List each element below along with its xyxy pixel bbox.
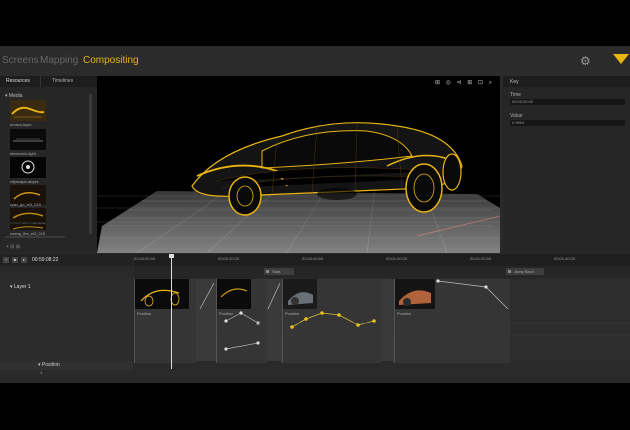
properties-header: Key [503, 76, 630, 87]
media-thumb-5[interactable] [10, 208, 46, 222]
media-section-label: Media [8, 93, 23, 99]
value-label: Value [510, 113, 523, 119]
param-name-text: Position [41, 362, 60, 368]
time-label: Time [510, 92, 521, 98]
tab-divider [40, 76, 41, 87]
app-window: Screens Mapping Compositing ⚙ Resources … [0, 46, 630, 383]
3d-viewport[interactable]: ⊞ ◎ ⊲ ⊞ ⊡ ⌕ [97, 76, 500, 253]
media-label-2: electronic-light [10, 151, 36, 156]
car-wireframe-render [97, 122, 500, 253]
resources-tabs: Resources Timelines [0, 76, 97, 87]
play-button[interactable]: ▸ [21, 257, 27, 263]
time-field[interactable]: 00:00:00:00 [510, 99, 625, 105]
value-field[interactable]: 0.9904 [510, 120, 625, 126]
nav-tab-screens[interactable]: Screens [2, 55, 39, 66]
nav-tab-mapping[interactable]: Mapping [40, 55, 78, 66]
gear-icon[interactable]: ⚙ [580, 55, 592, 67]
timeline-panel: + ■ ▸ 00:59:08:22 00:00:00:00 00:00:20:0… [0, 254, 630, 383]
resources-scrollbar[interactable] [89, 94, 92, 234]
media-thumb-1[interactable] [10, 100, 46, 121]
resources-panel: Resources Timelines ▾ Media unown-layer … [0, 76, 97, 253]
playhead-handle[interactable] [169, 254, 174, 258]
marker-label: Jump Back [514, 269, 534, 274]
layer-clip-lane: Position Position Position Position [134, 279, 630, 363]
media-section-header[interactable]: ▾ Media [5, 93, 23, 99]
media-thumb-2[interactable] [10, 129, 46, 150]
add-layer-button[interactable]: + [3, 257, 9, 263]
param-name: ▾ Position [38, 362, 60, 368]
param-row-position[interactable]: ▾ Position [0, 361, 133, 370]
playhead[interactable] [171, 254, 172, 369]
ruler-label: 00:01:40:00 [554, 256, 576, 261]
ruler-label: 00:01:00:00 [386, 256, 408, 261]
ruler-label: 00:00:00:00 [134, 256, 156, 261]
marker-icon [266, 270, 269, 273]
marker-track: Start Jump Back [134, 266, 630, 278]
viewport-toolbar[interactable]: ⊞ ◎ ⊲ ⊞ ⊡ ⌕ [435, 79, 494, 87]
ruler-label: 00:00:20:00 [218, 256, 240, 261]
layer-name-text: Layer 1 [13, 284, 31, 290]
resources-hscrollbar[interactable] [5, 236, 65, 238]
ruler-label: 00:01:20:00 [470, 256, 492, 261]
marker-label: Start [272, 269, 281, 274]
nav-tab-compositing[interactable]: Compositing [83, 55, 139, 66]
marker-icon [508, 270, 511, 273]
media-label-3: cityscape-abyss [10, 179, 39, 184]
top-nav-bar: Screens Mapping Compositing ⚙ [0, 46, 630, 76]
param-value-tick: 4 [40, 370, 43, 375]
media-thumb-3[interactable] [10, 157, 46, 178]
properties-panel: Key Time 00:00:00:00 Value 0.9904 [503, 76, 630, 253]
media-thumb-6[interactable] [10, 224, 46, 230]
media-label-4: ryan_go_el3_015 [10, 202, 41, 207]
resources-footer-actions[interactable]: + ⊟ ⊞ [6, 244, 20, 250]
media-label-1: unown-layer [10, 122, 32, 127]
tab-timelines[interactable]: Timelines [52, 78, 73, 84]
timecode-display: 00:59:08:22 [32, 257, 59, 263]
keyframe-curves [134, 279, 630, 351]
tab-resources[interactable]: Resources [6, 78, 30, 84]
timeline-controls: + ■ ▸ 00:59:08:22 [0, 254, 133, 266]
layer-header[interactable]: ▾ Layer 1 [0, 279, 133, 363]
time-ruler[interactable]: 00:00:00:00 00:00:20:00 00:00:40:00 00:0… [134, 254, 630, 266]
layer-name: ▾ Layer 1 [10, 284, 31, 290]
properties-title: Key [510, 79, 519, 85]
marker-jump-back[interactable]: Jump Back [506, 268, 544, 275]
stop-button[interactable]: ■ [12, 257, 18, 263]
ruler-label: 00:00:40:00 [302, 256, 324, 261]
brand-logo [613, 54, 629, 64]
marker-start[interactable]: Start [264, 268, 294, 275]
